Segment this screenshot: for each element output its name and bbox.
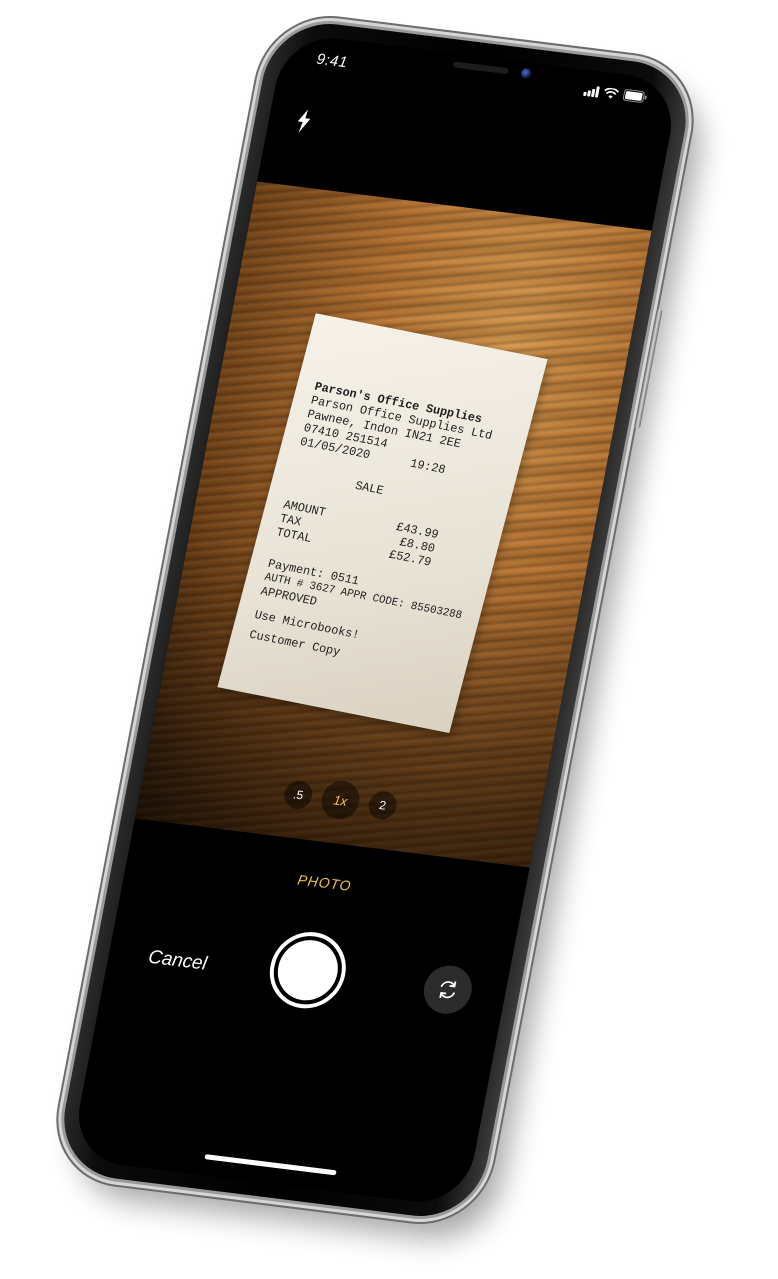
switch-camera-icon xyxy=(434,976,462,1003)
zoom-option-1x[interactable]: 1x xyxy=(318,778,363,822)
signal-icon xyxy=(583,84,600,98)
camera-viewfinder[interactable]: Parson's Office Supplies Parson Office S… xyxy=(134,181,652,868)
status-bar: 9:41 xyxy=(277,32,680,125)
power-button xyxy=(633,308,663,429)
shutter-inner xyxy=(272,936,344,1004)
zoom-option-2x[interactable]: 2 xyxy=(366,789,400,821)
flash-icon xyxy=(294,108,313,139)
flash-button[interactable] xyxy=(286,106,321,140)
camera-mode-photo[interactable]: PHOTO xyxy=(126,850,524,915)
wifi-icon xyxy=(603,87,620,100)
cancel-button[interactable]: Cancel xyxy=(146,947,209,976)
shutter-button[interactable] xyxy=(263,927,353,1013)
status-icons xyxy=(583,84,648,104)
stage: 9:41 Parson's Office Supplies Parson Off… xyxy=(0,0,778,1279)
zoom-option-0-5x[interactable]: .5 xyxy=(281,779,315,811)
battery-icon xyxy=(622,89,648,104)
home-indicator[interactable] xyxy=(204,1154,337,1176)
status-time: 9:41 xyxy=(315,50,349,72)
switch-camera-button[interactable] xyxy=(419,962,476,1017)
iphone-device: 9:41 Parson's Office Supplies Parson Off… xyxy=(53,16,697,1224)
camera-screen: 9:41 Parson's Office Supplies Parson Off… xyxy=(69,32,681,1208)
